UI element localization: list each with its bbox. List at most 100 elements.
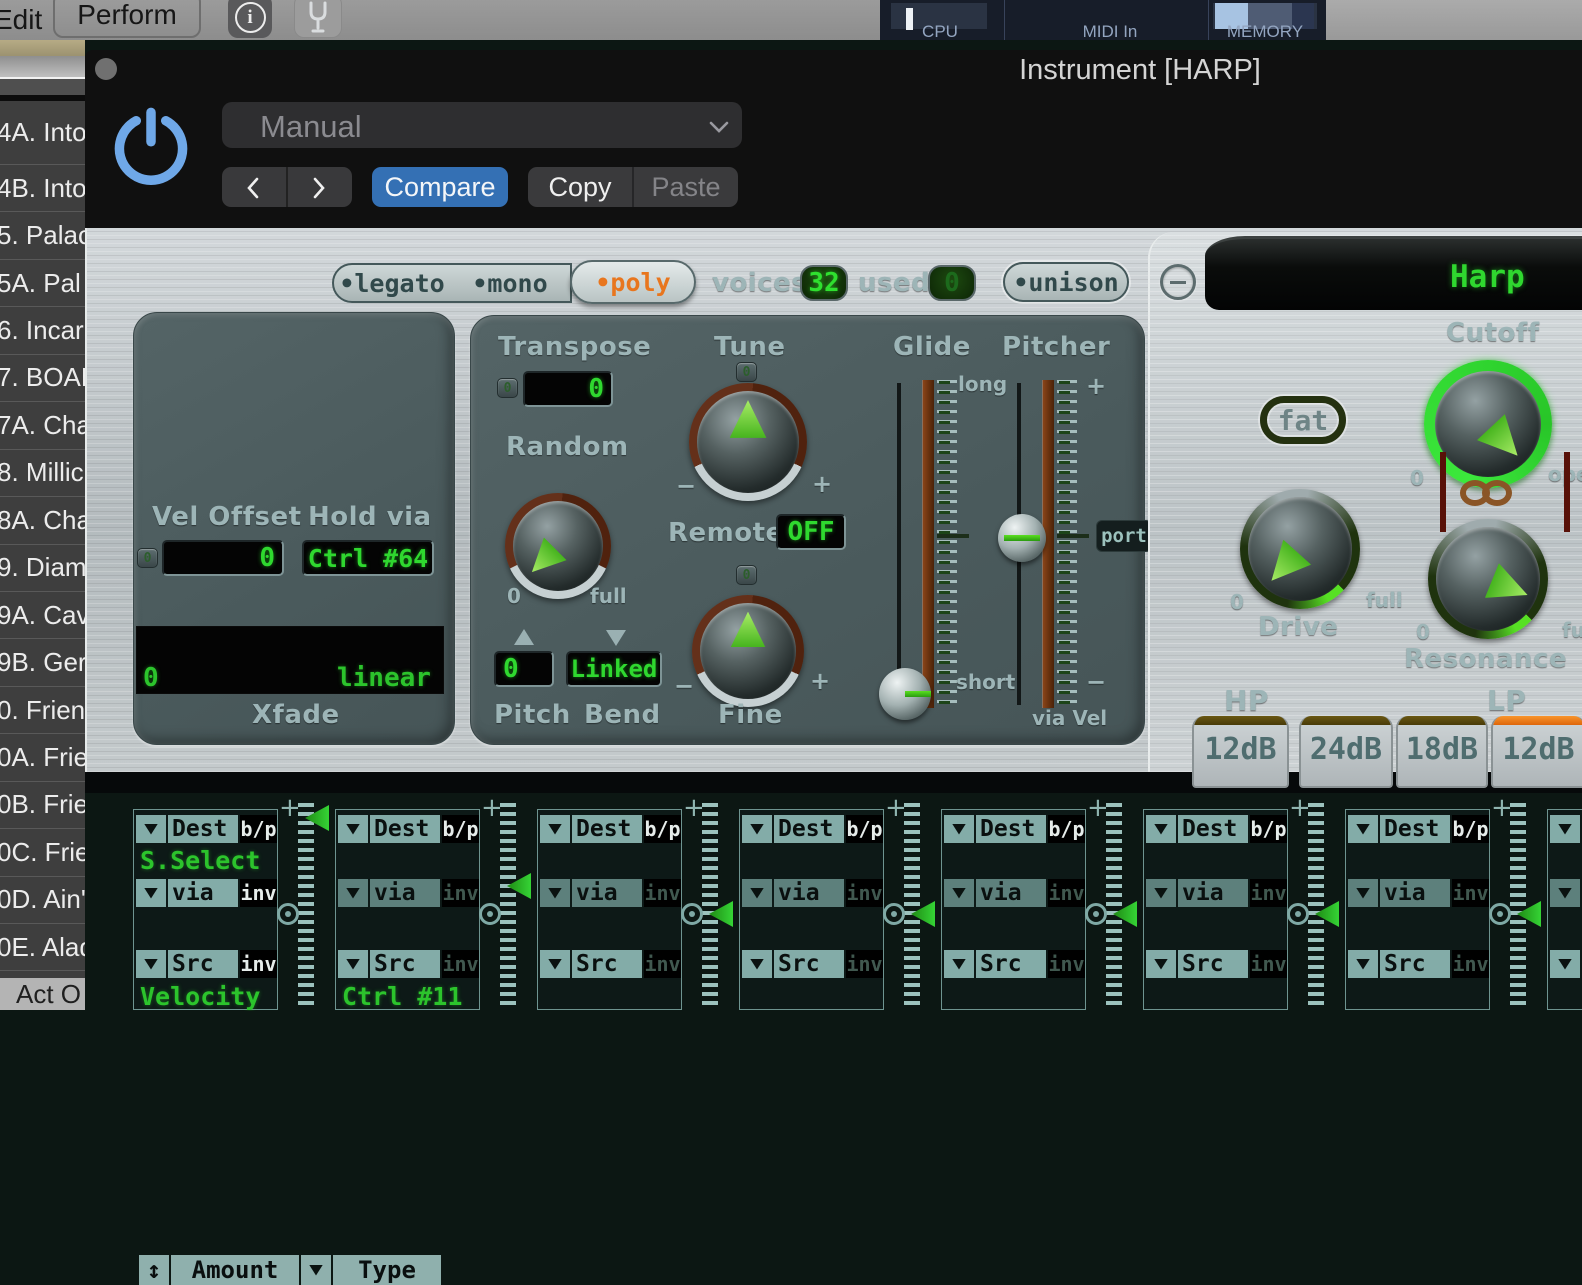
dest-header[interactable]: Dest [168, 815, 238, 843]
lp-slope-24db-button[interactable]: 24dB [1299, 716, 1393, 788]
voices-display[interactable]: 32 [800, 265, 848, 301]
src-dropdown-icon[interactable] [540, 950, 570, 978]
track-list-item[interactable]: 9. Diam [0, 545, 85, 592]
fine-knob[interactable] [692, 595, 804, 707]
tab-perform[interactable]: Perform [53, 0, 201, 38]
tune-zero-button[interactable]: 0 [736, 362, 757, 382]
remote-display[interactable]: OFF [776, 514, 846, 550]
via-dropdown-icon[interactable] [1348, 879, 1378, 907]
track-list-item[interactable]: 7. BOAK [0, 355, 85, 402]
src-header[interactable]: Src [976, 950, 1046, 978]
track-list-item[interactable]: 4A. Into [0, 101, 85, 165]
power-button[interactable] [113, 106, 189, 186]
dest-dropdown-icon[interactable] [136, 815, 166, 843]
src-invert-button[interactable]: inv [846, 950, 883, 978]
src-invert-button[interactable]: inv [442, 950, 479, 978]
via-header[interactable]: via [774, 879, 844, 907]
src-header[interactable]: Src [370, 950, 440, 978]
via-invert-button[interactable]: inv [240, 879, 277, 907]
via-invert-button[interactable]: inv [1048, 879, 1085, 907]
bypass-button[interactable]: b/p [240, 815, 277, 843]
amount-column-header[interactable]: Amount [171, 1255, 299, 1285]
amount-ladder[interactable] [702, 803, 718, 1010]
mod-target-icon[interactable] [681, 903, 703, 925]
via-header[interactable]: via [1380, 879, 1450, 907]
src-dropdown-icon[interactable] [1146, 950, 1176, 978]
via-invert-button[interactable]: inv [1250, 879, 1287, 907]
via-dropdown-icon[interactable] [742, 879, 772, 907]
track-list-item[interactable]: 4B. Into [0, 165, 85, 212]
type-column-header[interactable]: Type [333, 1255, 441, 1285]
via-header[interactable]: via [370, 879, 440, 907]
dest-dropdown-icon[interactable] [338, 815, 368, 843]
pitcher-slider-handle[interactable] [998, 514, 1046, 562]
src-invert-button[interactable]: inv [1250, 950, 1287, 978]
src-value[interactable]: Ctrl #11 [342, 982, 478, 1011]
src-header[interactable]: Src [774, 950, 844, 978]
via-invert-button[interactable]: inv [846, 879, 883, 907]
info-button[interactable]: i [228, 0, 272, 38]
bend-up-display[interactable]: 0 [494, 651, 554, 687]
src-header[interactable]: Src [168, 950, 238, 978]
via-dropdown-icon[interactable] [338, 879, 368, 907]
src-header[interactable]: Src [1178, 950, 1248, 978]
src-header[interactable]: Src [572, 950, 642, 978]
mod-target-icon[interactable] [479, 903, 501, 925]
next-preset-button[interactable] [312, 177, 326, 199]
amount-ladder[interactable] [1510, 803, 1526, 1010]
lp-slope-12db-button[interactable]: 12dB [1491, 716, 1582, 788]
dest-dropdown-icon[interactable] [742, 815, 772, 843]
dest-header[interactable]: Dest [370, 815, 440, 843]
fine-zero-button[interactable]: 0 [736, 565, 757, 585]
fat-button[interactable]: fat [1260, 396, 1346, 444]
via-header[interactable]: via [1178, 879, 1248, 907]
type-dropdown-icon[interactable] [301, 1255, 331, 1285]
mod-target-icon[interactable] [1287, 903, 1309, 925]
vel-offset-display[interactable]: 0 [162, 540, 284, 576]
lp-slope-18db-button[interactable]: 18dB [1396, 716, 1488, 788]
glide-slider-handle[interactable] [879, 668, 931, 720]
track-list-item[interactable]: 9A. Cav [0, 592, 85, 639]
vel-offset-zero-button[interactable]: 0 [137, 548, 158, 568]
tuning-fork-button[interactable] [294, 0, 342, 38]
dest-header[interactable]: Dest [572, 815, 642, 843]
prev-preset-button[interactable] [246, 177, 260, 199]
amount-ladder[interactable] [1106, 803, 1122, 1010]
track-list-footer[interactable]: Act O [0, 978, 85, 1010]
track-list-item[interactable]: 7A. Cha [0, 402, 85, 449]
resonance-knob[interactable] [1428, 519, 1548, 639]
amount-ladder[interactable] [1308, 803, 1324, 1010]
preset-dropdown[interactable]: Manual [222, 102, 742, 148]
transpose-zero-button[interactable]: 0 [497, 378, 518, 398]
track-list-item[interactable]: 0E. Alad [0, 924, 85, 971]
dest-header[interactable]: Dest [1380, 815, 1450, 843]
src-invert-button[interactable]: inv [644, 950, 681, 978]
dest-header[interactable]: Dest [774, 815, 844, 843]
track-list-item[interactable]: 8. Millic [0, 450, 85, 497]
via-header[interactable]: via [168, 879, 238, 907]
dest-dropdown-icon[interactable] [540, 815, 570, 843]
src-header[interactable]: Src [1380, 950, 1450, 978]
xfade-type-value[interactable]: linear [337, 663, 431, 693]
sort-icon[interactable]: ↕ [139, 1255, 169, 1285]
window-dot[interactable] [95, 58, 117, 80]
bypass-button[interactable]: b/p [644, 815, 681, 843]
drive-knob[interactable] [1240, 489, 1360, 609]
via-dropdown-icon[interactable] [1146, 879, 1176, 907]
mod-target-icon[interactable] [883, 903, 905, 925]
poly-button[interactable]: •poly [570, 260, 696, 304]
src-invert-button[interactable]: inv [240, 950, 277, 978]
track-list-item[interactable]: 0B. Frie [0, 782, 85, 829]
mod-target-icon[interactable] [277, 903, 299, 925]
track-list-item[interactable]: 6. Incar [0, 307, 85, 354]
src-invert-button[interactable]: inv [1048, 950, 1085, 978]
src-dropdown-icon[interactable] [1348, 950, 1378, 978]
transpose-display[interactable]: 0 [523, 371, 613, 407]
via-dropdown-icon[interactable] [944, 879, 974, 907]
paste-button[interactable]: Paste [634, 167, 738, 207]
mod-target-icon[interactable] [1085, 903, 1107, 925]
src-value[interactable]: Velocity [140, 982, 276, 1011]
bypass-button[interactable]: b/p [846, 815, 883, 843]
via-dropdown-icon[interactable] [1550, 879, 1580, 907]
tune-knob[interactable] [689, 383, 807, 501]
